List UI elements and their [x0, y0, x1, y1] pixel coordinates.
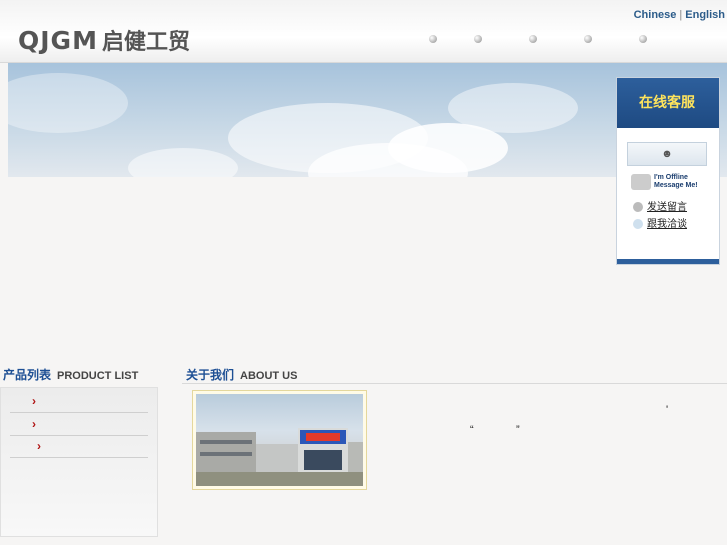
about-quote-close: ”: [516, 424, 520, 436]
nav-dot-1[interactable]: [429, 35, 437, 43]
lang-english-link[interactable]: English: [685, 9, 725, 21]
nav-dot-3[interactable]: [529, 35, 537, 43]
chevron-right-icon: ›: [32, 417, 36, 431]
logo-chinese: 启健工贸: [101, 30, 190, 55]
product-list: › › ›: [0, 387, 158, 537]
message-icon: [631, 174, 651, 190]
product-item-1[interactable]: ›: [10, 390, 148, 413]
service-header: 在线客服: [617, 78, 719, 128]
mail-icon: [633, 202, 643, 213]
chat-link[interactable]: 跟我洽谈: [633, 215, 687, 230]
about-quote-open: “: [470, 424, 474, 436]
send-message-label: 发送留言: [647, 202, 687, 213]
about-title-cn: 关于我们: [186, 368, 235, 382]
chevron-right-icon: ›: [37, 439, 41, 453]
chat-label: 跟我洽谈: [647, 219, 687, 230]
chat-icon: [633, 219, 643, 230]
chevron-right-icon: ›: [32, 394, 36, 408]
nav-dot-4[interactable]: [584, 35, 592, 43]
about-us-title: 关于我们 ABOUT US: [186, 366, 297, 383]
logo-latin: QJGM: [18, 26, 98, 55]
about-text-mark: ': [666, 404, 669, 416]
online-service-panel: 在线客服 ☻ I'm Offline Message Me! 发送留言 跟我洽谈: [616, 77, 720, 265]
send-message-link[interactable]: 发送留言: [633, 198, 687, 213]
lang-separator: |: [679, 9, 683, 21]
nav-dot-5[interactable]: [639, 35, 647, 43]
product-title-en: PRODUCT LIST: [57, 370, 139, 382]
about-title-en: ABOUT US: [240, 370, 298, 382]
product-item-3[interactable]: ›: [10, 435, 148, 458]
product-item-2[interactable]: ›: [10, 413, 148, 436]
offline-text-1: I'm Offline: [654, 174, 688, 181]
service-footer-bar: [617, 259, 719, 264]
offline-text-2: Message Me!: [654, 182, 698, 189]
site-logo[interactable]: QJGM 启健工贸: [18, 24, 190, 56]
product-title-cn: 产品列表: [3, 368, 52, 382]
company-building-image: [196, 394, 363, 486]
section-divider: [182, 383, 727, 384]
language-switcher: Chinese | English: [634, 9, 725, 21]
header-bar: QJGM 启健工贸 Chinese | English: [0, 0, 727, 63]
company-photo-frame[interactable]: [192, 390, 367, 490]
service-title: 在线客服: [639, 94, 695, 110]
nav-dot-2[interactable]: [474, 35, 482, 43]
qq-contact-button[interactable]: ☻: [627, 142, 707, 166]
user-icon: ☻: [661, 148, 673, 160]
lang-chinese-link[interactable]: Chinese: [634, 9, 677, 21]
offline-status[interactable]: I'm Offline Message Me!: [631, 174, 698, 190]
product-list-title: 产品列表 PRODUCT LIST: [3, 366, 138, 383]
